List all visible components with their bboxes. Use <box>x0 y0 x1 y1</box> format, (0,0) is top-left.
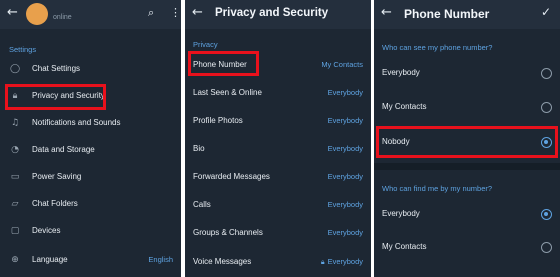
section-divider <box>374 163 560 170</box>
privacy-item-value: Everybody <box>327 228 363 237</box>
privacy-item-groups-channels[interactable]: Groups & Channels Everybody <box>185 220 371 247</box>
settings-item-label: Notifications and Sounds <box>32 118 121 127</box>
privacy-item-label: Voice Messages <box>193 257 252 266</box>
privacy-item-value: Everybody <box>327 257 363 266</box>
radio-button[interactable] <box>541 68 552 79</box>
settings-item-label: Chat Folders <box>32 199 78 208</box>
privacy-item-forwarded-messages[interactable]: Forwarded Messages Everybody <box>185 164 371 191</box>
user-status: online <box>53 14 72 21</box>
radio-button[interactable] <box>541 242 552 253</box>
radio-button-selected[interactable] <box>541 209 552 220</box>
back-arrow-icon[interactable]: ← <box>381 5 392 20</box>
back-arrow-icon[interactable]: ← <box>192 5 203 20</box>
privacy-item-label: Forwarded Messages <box>193 172 270 181</box>
privacy-section-title: Privacy <box>193 40 218 49</box>
privacy-item-value: Everybody <box>327 144 363 153</box>
settings-item-label: Language <box>32 255 68 264</box>
settings-item-label: Data and Storage <box>32 145 95 154</box>
settings-item-power-saving[interactable]: ▭ Power Saving <box>0 164 181 191</box>
privacy-item-last-seen[interactable]: Last Seen & Online Everybody <box>185 80 371 107</box>
see-option-my-contacts[interactable]: My Contacts <box>374 94 560 121</box>
privacy-item-label: Groups & Channels <box>193 228 263 237</box>
option-label: My Contacts <box>382 102 427 111</box>
language-value: English <box>148 255 173 264</box>
settings-item-notifications[interactable]: ♫ Notifications and Sounds <box>0 110 181 137</box>
settings-item-language[interactable]: ⊕ Language English <box>0 247 181 274</box>
find-section-title: Who can find me by my number? <box>382 184 493 193</box>
privacy-item-calls[interactable]: Calls Everybody <box>185 192 371 219</box>
privacy-item-label: Bio <box>193 144 205 153</box>
battery-icon: ▭ <box>10 172 20 182</box>
privacy-item-value: Everybody <box>327 172 363 181</box>
avatar[interactable] <box>26 3 48 25</box>
privacy-item-label: Profile Photos <box>193 116 243 125</box>
checkmark-icon[interactable]: ✓ <box>541 5 551 19</box>
privacy-item-value: Everybody <box>327 88 363 97</box>
option-label: My Contacts <box>382 242 427 251</box>
settings-item-label: Devices <box>32 226 61 235</box>
privacy-item-value: Everybody <box>327 200 363 209</box>
settings-section-title: Settings <box>9 45 37 54</box>
settings-item-data-storage[interactable]: ◔ Data and Storage <box>0 137 181 164</box>
highlight-box <box>5 84 106 110</box>
settings-item-chat-folders[interactable]: ▱ Chat Folders <box>0 191 181 218</box>
find-option-my-contacts[interactable]: My Contacts <box>374 234 560 261</box>
settings-item-devices[interactable]: ▢ Devices <box>0 218 181 245</box>
privacy-item-voice-messages[interactable]: Voice Messages 🔒︎ Everybody <box>185 249 371 276</box>
privacy-item-label: Calls <box>193 200 211 209</box>
see-option-everybody[interactable]: Everybody <box>374 60 560 87</box>
bell-icon: ♫ <box>10 118 20 128</box>
chat-bubble-icon: ◯ <box>9 64 21 74</box>
radio-button[interactable] <box>541 102 552 113</box>
privacy-item-value: Everybody <box>327 116 363 125</box>
clock-icon: ◔ <box>11 145 19 155</box>
privacy-item-value-wrap: 🔒︎ Everybody <box>321 257 363 267</box>
laptop-icon: ▢ <box>10 226 20 236</box>
privacy-item-value: My Contacts <box>321 60 363 69</box>
find-option-everybody[interactable]: Everybody <box>374 201 560 228</box>
settings-header: ← online ⌕ ⋮ <box>0 0 181 29</box>
highlight-box <box>188 51 259 76</box>
privacy-item-label: Last Seen & Online <box>193 88 262 97</box>
more-options-icon[interactable]: ⋮ <box>170 6 181 19</box>
option-label: Everybody <box>382 209 420 218</box>
search-icon[interactable]: ⌕ <box>148 6 154 20</box>
privacy-panel: ← Privacy and Security Privacy Phone Num… <box>185 0 371 277</box>
phone-number-header: ← Phone Number ✓ <box>374 0 560 29</box>
highlight-box <box>376 126 558 158</box>
settings-item-chat-settings[interactable]: ◯ Chat Settings <box>0 56 181 83</box>
privacy-item-profile-photos[interactable]: Profile Photos Everybody <box>185 108 371 135</box>
page-title: Phone Number <box>404 7 490 21</box>
settings-item-label: Power Saving <box>32 172 82 181</box>
globe-icon: ⊕ <box>11 255 19 265</box>
option-label: Everybody <box>382 68 420 77</box>
settings-item-label: Chat Settings <box>32 64 81 73</box>
folder-icon: ▱ <box>11 199 19 209</box>
back-arrow-icon[interactable]: ← <box>7 5 18 20</box>
privacy-header: ← Privacy and Security <box>185 0 371 29</box>
see-section-title: Who can see my phone number? <box>382 43 493 52</box>
phone-number-panel: ← Phone Number ✓ Who can see my phone nu… <box>374 0 560 277</box>
lock-icon: 🔒︎ <box>320 258 325 266</box>
page-title: Privacy and Security <box>215 7 329 19</box>
settings-panel: ← online ⌕ ⋮ Settings ◯ Chat Settings 🔒︎… <box>0 0 181 277</box>
privacy-item-bio[interactable]: Bio Everybody <box>185 136 371 163</box>
